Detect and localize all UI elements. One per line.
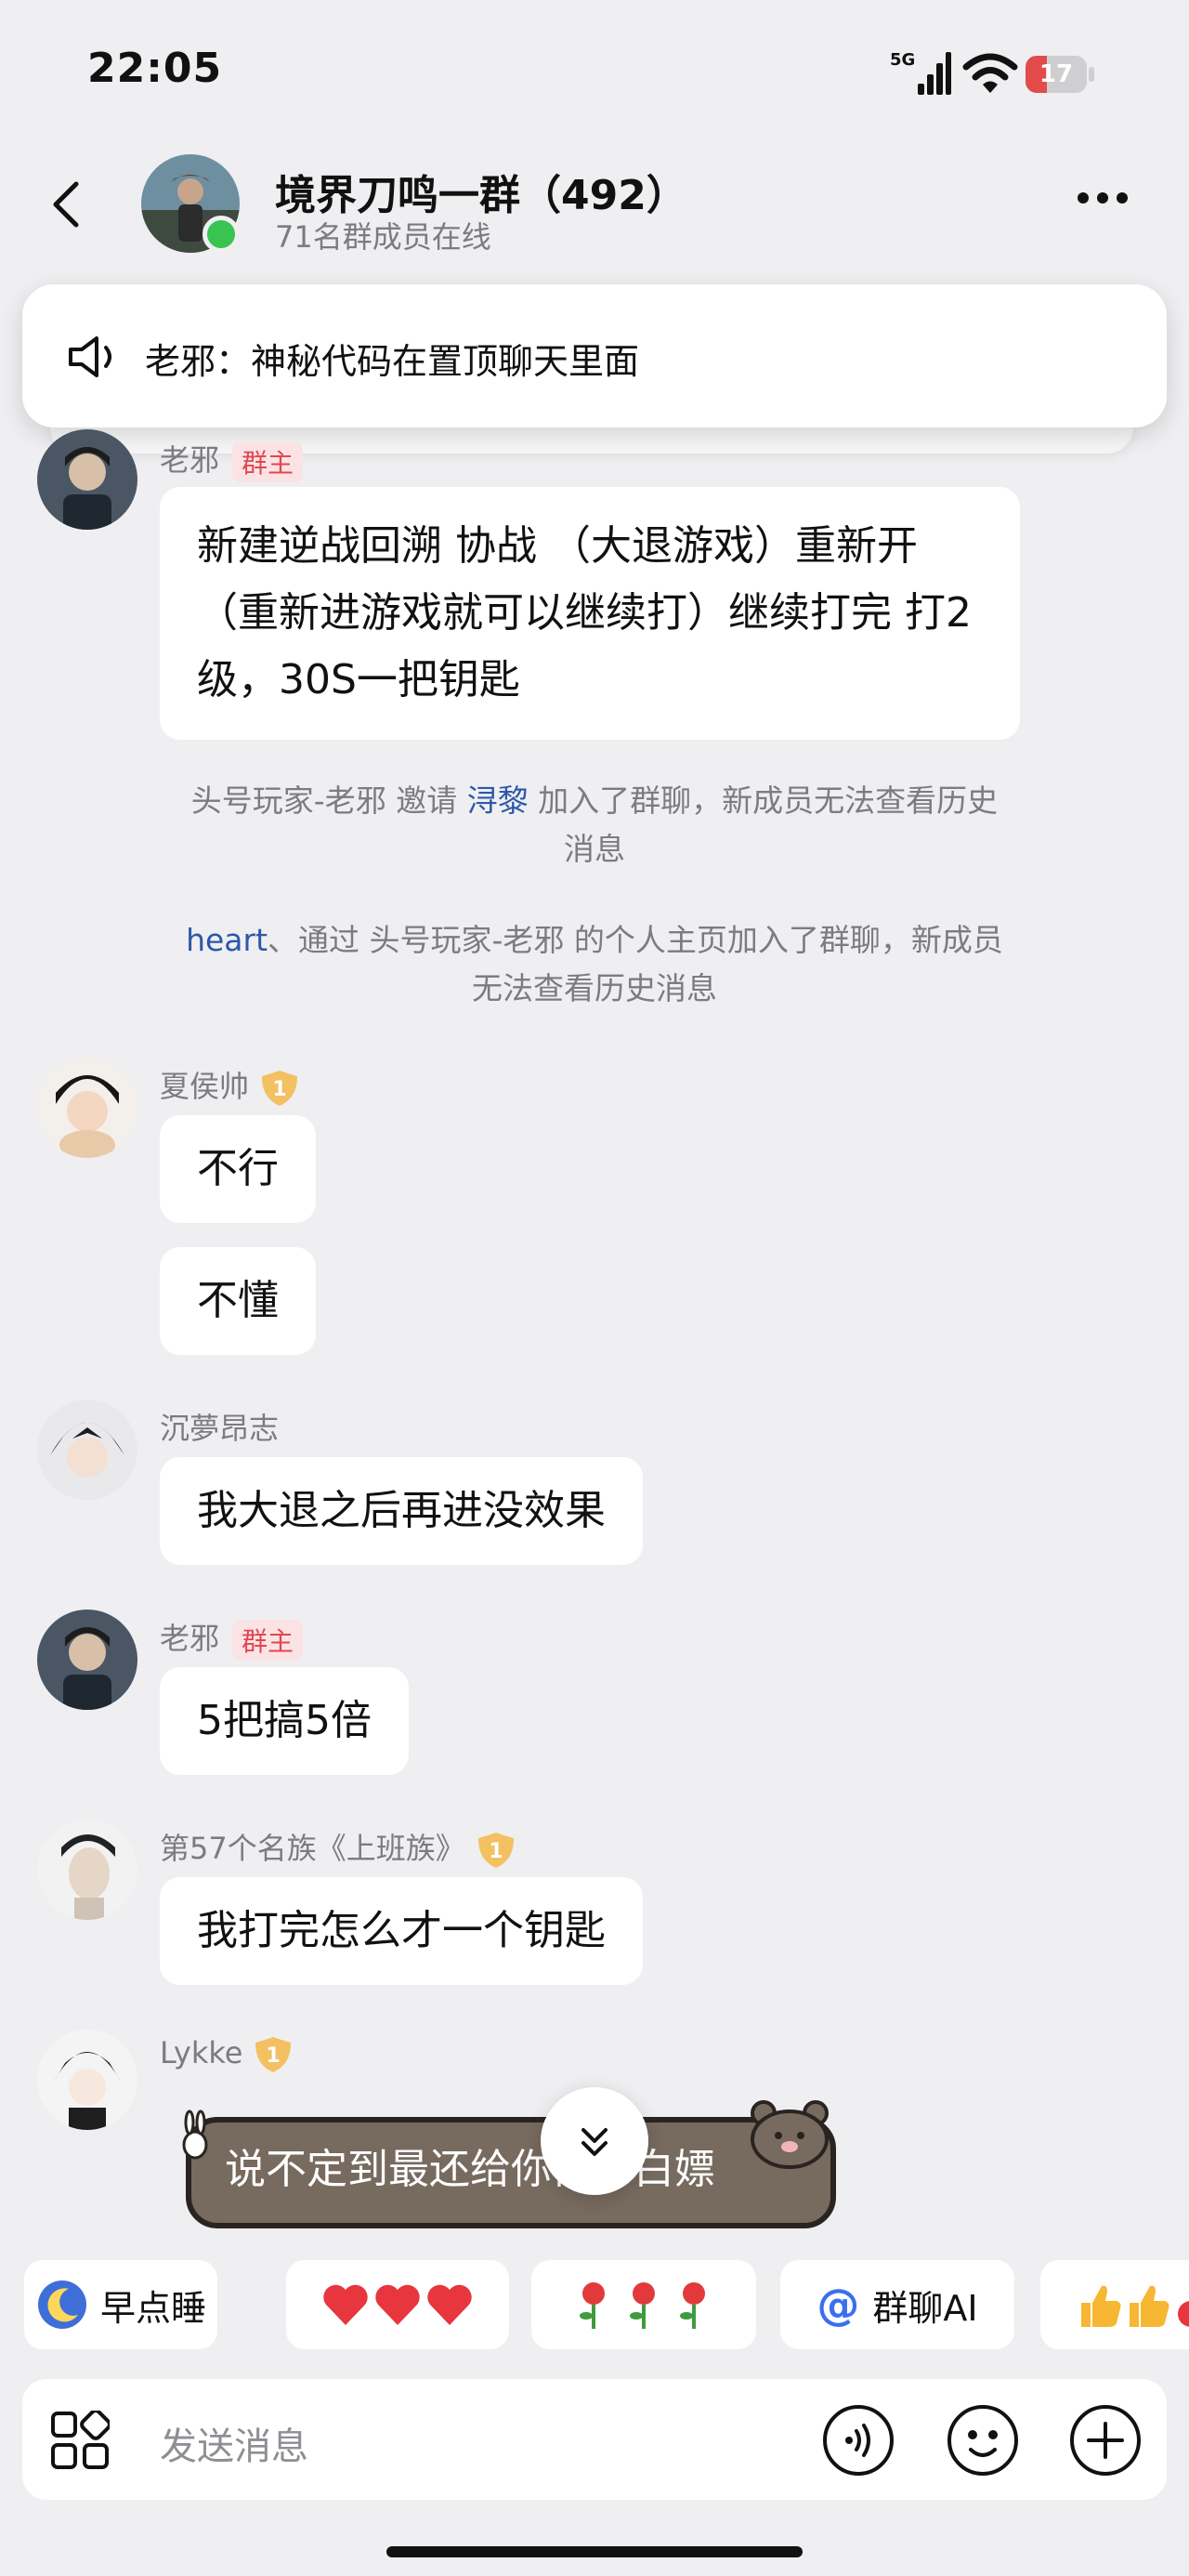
pinned-text: 老邪：神秘代码在置顶聊天里面 (145, 341, 640, 382)
battery-percent: 17 (1039, 60, 1074, 88)
group-title[interactable]: 境界刀鸣一群（492） (275, 162, 687, 221)
owner-badge: 群主 (232, 441, 304, 482)
avatar[interactable] (37, 1400, 137, 1500)
chat-header: 境界刀鸣一群（492） 71名群成员在线 (0, 149, 1189, 260)
quick-reply-bar: 早点睡 @ 群聊AI (0, 2230, 1189, 2370)
status-bar: 22:05 5G 17 (0, 0, 1189, 149)
announcement-speaker-icon (69, 336, 111, 377)
more-options-icon[interactable] (1078, 190, 1143, 217)
scroll-to-bottom-button[interactable] (541, 2087, 648, 2195)
avatar[interactable] (37, 1820, 137, 1920)
plus-icon[interactable] (1068, 2403, 1143, 2477)
back-arrow-icon[interactable] (48, 177, 85, 232)
avatar[interactable] (37, 1058, 137, 1158)
svg-text:1: 1 (267, 2044, 281, 2068)
apps-grid-icon[interactable] (50, 2411, 110, 2470)
thumbs-up-icon (1081, 2285, 1189, 2327)
sender-name: 第57个名族《上班族》 1 (160, 1825, 516, 1870)
three-roses-icon (580, 2282, 705, 2329)
double-chevron-down-icon (581, 2128, 608, 2156)
sender-name: 老邪 群主 (160, 1615, 304, 1661)
message-bubble[interactable]: 我打完怎么才一个钥匙 (160, 1877, 643, 1985)
chip-group-ai[interactable]: @ 群聊AI (780, 2260, 1014, 2349)
online-status-dot (203, 216, 240, 253)
cellular-signal-icon: 5G (890, 50, 951, 95)
status-time: 22:05 (87, 45, 223, 92)
message-input-bar: 发送消息 (22, 2379, 1167, 2500)
chip-roses[interactable] (531, 2260, 756, 2349)
wifi-icon (962, 53, 1018, 93)
moon-icon (37, 2280, 86, 2329)
level-badge-icon: 1 (262, 1071, 298, 1106)
svg-text:1: 1 (489, 1840, 503, 1863)
voice-icon[interactable] (821, 2403, 895, 2477)
chip-hearts[interactable] (286, 2260, 509, 2349)
sender-name: 老邪 群主 (160, 437, 304, 482)
chip-sleep[interactable]: 早点睡 (24, 2260, 217, 2349)
user-link[interactable]: 浔黎 (467, 782, 529, 819)
message-bubble[interactable]: 新建逆战回溯 协战 （大退游戏）重新开（重新进游戏就可以继续打）继续打完 打2级… (160, 487, 1020, 740)
message-bubble[interactable]: 5把搞5倍 (160, 1667, 409, 1775)
bear-decoration-icon (751, 2100, 829, 2169)
three-hearts-icon (323, 2284, 472, 2325)
bunny-decoration-icon (182, 2109, 208, 2160)
sender-name: 夏侯帅 1 (160, 1063, 299, 1108)
sticker-message[interactable]: 说不定到最还给你白，白嫖 (176, 2098, 845, 2228)
sender-name: Lykke 1 (160, 2035, 293, 2074)
chip-thumbs[interactable] (1040, 2260, 1189, 2349)
owner-badge: 群主 (232, 1620, 304, 1661)
sender-name: 沉夢昂志 (160, 1411, 280, 1446)
system-notice: 头号玩家-老邪 邀请 浔黎 加入了群聊，新成员无法查看历史消息 (190, 782, 999, 867)
emoji-icon[interactable] (946, 2403, 1020, 2477)
svg-text:1: 1 (272, 1078, 286, 1101)
message-input[interactable]: 发送消息 (160, 2416, 308, 2470)
user-link[interactable]: heart (186, 922, 268, 958)
message-bubble[interactable]: 不懂 (160, 1247, 316, 1355)
message-bubble[interactable]: 不行 (160, 1115, 316, 1223)
system-notice: heart、通过 头号玩家-老邪 的个人主页加入了群聊，新成员无法查看历史消息 (186, 922, 1003, 1006)
online-count: 71名群成员在线 (275, 219, 491, 255)
battery-indicator: 17 (1026, 56, 1094, 93)
pinned-announcement[interactable]: 老邪：神秘代码在置顶聊天里面 (22, 284, 1167, 427)
avatar[interactable] (37, 2030, 137, 2130)
level-badge-icon: 1 (255, 2037, 292, 2072)
avatar[interactable] (37, 429, 137, 530)
message-bubble[interactable]: 我大退之后再进没效果 (160, 1457, 643, 1565)
network-label: 5G (890, 50, 915, 70)
avatar[interactable] (37, 1610, 137, 1710)
level-badge-icon: 1 (477, 1833, 514, 1868)
home-indicator[interactable] (386, 2546, 803, 2557)
at-icon: @ (817, 2280, 860, 2330)
